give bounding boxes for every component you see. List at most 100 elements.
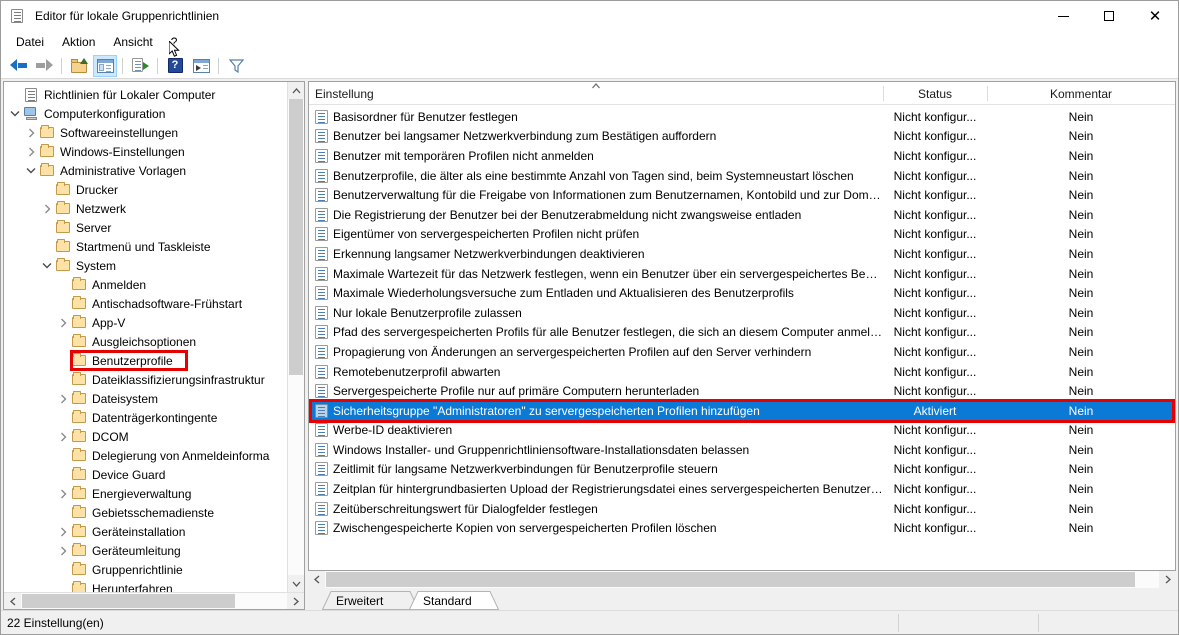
table-row[interactable]: Erkennung langsamer Netzwerkverbindungen… <box>309 244 1175 264</box>
chevron-down-icon[interactable] <box>40 256 54 275</box>
table-row[interactable]: Eigentümer von servergespeicherten Profi… <box>309 225 1175 245</box>
column-header-status[interactable]: Status <box>883 82 987 105</box>
menu-hilfe[interactable]: ? <box>162 33 187 51</box>
back-button[interactable] <box>6 55 30 77</box>
tree-hscroll-track[interactable] <box>21 593 287 609</box>
tree-item-dateiklassifizierungsinfrastruktur[interactable]: Dateiklassifizierungsinfrastruktur <box>4 370 287 389</box>
chevron-right-icon[interactable] <box>24 123 38 142</box>
tree-item-benutzerprofile[interactable]: Benutzerprofile <box>4 351 287 370</box>
tree-item-drucker[interactable]: Drucker <box>4 180 287 199</box>
export-list-button[interactable] <box>128 55 152 77</box>
tree-scroll-left-button[interactable] <box>4 593 21 609</box>
folder-icon <box>70 507 88 518</box>
chevron-right-icon[interactable] <box>56 541 70 560</box>
table-row[interactable]: Propagierung von Änderungen an serverges… <box>309 342 1175 362</box>
tree-scroll-right-button[interactable] <box>287 593 304 609</box>
chevron-down-icon[interactable] <box>24 161 38 180</box>
table-row[interactable]: Maximale Wartezeit für das Netzwerk fest… <box>309 264 1175 284</box>
table-row[interactable]: Windows Installer- und Gruppenrichtlinie… <box>309 440 1175 460</box>
tree-item-system[interactable]: System <box>4 256 287 275</box>
tree-vertical-scrollbar[interactable] <box>287 82 304 592</box>
table-row[interactable]: Servergespeicherte Profile nur auf primä… <box>309 381 1175 401</box>
minimize-button[interactable] <box>1040 1 1086 31</box>
list-horizontal-scrollbar[interactable] <box>308 571 1176 588</box>
up-one-level-button[interactable] <box>67 55 91 77</box>
tree-scroll-thumb[interactable] <box>289 99 303 375</box>
show-hide-tree-button[interactable] <box>93 55 117 77</box>
tree-item-ger-teinstallation[interactable]: Geräteinstallation <box>4 522 287 541</box>
table-row[interactable]: Benutzerprofile, die älter als eine best… <box>309 166 1175 186</box>
table-row[interactable]: Sicherheitsgruppe "Administratoren" zu s… <box>309 401 1175 421</box>
tree-horizontal-scrollbar[interactable] <box>4 592 304 609</box>
table-row[interactable]: Benutzer mit temporären Profilen nicht a… <box>309 146 1175 166</box>
tree-item-netzwerk[interactable]: Netzwerk <box>4 199 287 218</box>
maximize-button[interactable] <box>1086 1 1132 31</box>
cell-setting: Basisordner für Benutzer festlegen <box>309 110 883 124</box>
list-hscroll-track[interactable] <box>325 571 1159 588</box>
chevron-right-icon[interactable] <box>56 427 70 446</box>
table-row[interactable]: Die Registrierung der Benutzer bei der B… <box>309 205 1175 225</box>
list-hscroll-thumb[interactable] <box>326 572 1135 587</box>
tree-item-gebietsschemadienste[interactable]: Gebietsschemadienste <box>4 503 287 522</box>
menu-ansicht[interactable]: Ansicht <box>104 33 161 51</box>
tree-hscroll-thumb[interactable] <box>22 594 235 608</box>
table-row[interactable]: Zeitüberschreitungswert für Dialogfelder… <box>309 499 1175 519</box>
tree-item-richtlinien-f-r-lokaler-computer[interactable]: Richtlinien für Lokaler Computer <box>4 85 287 104</box>
chevron-right-icon[interactable] <box>56 484 70 503</box>
table-row[interactable]: Zwischengespeicherte Kopien von serverge… <box>309 518 1175 538</box>
chevron-right-icon[interactable] <box>56 313 70 332</box>
table-row[interactable]: Basisordner für Benutzer festlegenNicht … <box>309 107 1175 127</box>
tree-scroll-track[interactable] <box>288 99 304 575</box>
tree-item-herunterfahren[interactable]: Herunterfahren <box>4 579 287 592</box>
tree-item-softwareeinstellungen[interactable]: Softwareeinstellungen <box>4 123 287 142</box>
table-row[interactable]: Nur lokale Benutzerprofile zulassenNicht… <box>309 303 1175 323</box>
chevron-right-icon[interactable] <box>56 389 70 408</box>
tree-item-windows-einstellungen[interactable]: Windows-Einstellungen <box>4 142 287 161</box>
chevron-right-icon[interactable] <box>56 522 70 541</box>
chevron-right-icon[interactable] <box>24 142 38 161</box>
tree-scroll-up-button[interactable] <box>288 82 304 99</box>
menu-datei[interactable]: Datei <box>7 33 53 51</box>
column-header-kommentar[interactable]: Kommentar <box>987 82 1175 105</box>
filter-button[interactable] <box>224 55 248 77</box>
tree-item-antischadsoftware-fr-hstart[interactable]: Antischadsoftware-Frühstart <box>4 294 287 313</box>
forward-button[interactable] <box>32 55 56 77</box>
menu-aktion[interactable]: Aktion <box>53 33 104 51</box>
tree-item-device-guard[interactable]: Device Guard <box>4 465 287 484</box>
tree-item-computerkonfiguration[interactable]: Computerkonfiguration <box>4 104 287 123</box>
chevron-down-icon[interactable] <box>8 104 22 123</box>
show-action-pane-button[interactable] <box>189 55 213 77</box>
tree-item-anmelden[interactable]: Anmelden <box>4 275 287 294</box>
tree-scroll-down-button[interactable] <box>288 575 304 592</box>
tree-item-ausgleichsoptionen[interactable]: Ausgleichsoptionen <box>4 332 287 351</box>
table-row[interactable]: Benutzer bei langsamer Netzwerkverbindun… <box>309 127 1175 147</box>
table-row[interactable]: Pfad des servergespeicherten Profils für… <box>309 323 1175 343</box>
close-button[interactable]: ✕ <box>1132 1 1178 31</box>
table-row[interactable]: Zeitplan für hintergrundbasierten Upload… <box>309 479 1175 499</box>
list-scroll-left-button[interactable] <box>308 571 325 588</box>
tree-item-gruppenrichtlinie[interactable]: Gruppenrichtlinie <box>4 560 287 579</box>
tree-item-datentr-gerkontingente[interactable]: Datenträgerkontingente <box>4 408 287 427</box>
chevron-right-icon[interactable] <box>40 199 54 218</box>
list-rows-container[interactable]: Basisordner für Benutzer festlegenNicht … <box>309 105 1175 570</box>
table-row[interactable]: Werbe-ID deaktivierenNicht konfigur...Ne… <box>309 421 1175 441</box>
list-scroll-right-button[interactable] <box>1159 571 1176 588</box>
tab-standard[interactable]: Standard <box>409 591 499 610</box>
tree-item-server[interactable]: Server <box>4 218 287 237</box>
tree-item-startmen-und-taskleiste[interactable]: Startmenü und Taskleiste <box>4 237 287 256</box>
column-header-einstellung[interactable]: Einstellung <box>309 82 883 105</box>
tree-item-dcom[interactable]: DCOM <box>4 427 287 446</box>
table-row[interactable]: Benutzerverwaltung für die Freigabe von … <box>309 185 1175 205</box>
tree-item-ger-teumleitung[interactable]: Geräteumleitung <box>4 541 287 560</box>
tree-item-dateisystem[interactable]: Dateisystem <box>4 389 287 408</box>
table-row[interactable]: Maximale Wiederholungsversuche zum Entla… <box>309 283 1175 303</box>
tree-item-energieverwaltung[interactable]: Energieverwaltung <box>4 484 287 503</box>
help-button[interactable]: ? <box>163 55 187 77</box>
table-row[interactable]: Remotebenutzerprofil abwartenNicht konfi… <box>309 362 1175 382</box>
table-row[interactable]: Zeitlimit für langsame Netzwerkverbindun… <box>309 460 1175 480</box>
tree-item-administrative-vorlagen[interactable]: Administrative Vorlagen <box>4 161 287 180</box>
tree-item-delegierung-von-anmeldeinforma[interactable]: Delegierung von Anmeldeinforma <box>4 446 287 465</box>
tab-erweitert[interactable]: Erweitert <box>322 591 419 610</box>
tree-item-app-v[interactable]: App-V <box>4 313 287 332</box>
console-tree[interactable]: Richtlinien für Lokaler ComputerComputer… <box>4 82 287 592</box>
